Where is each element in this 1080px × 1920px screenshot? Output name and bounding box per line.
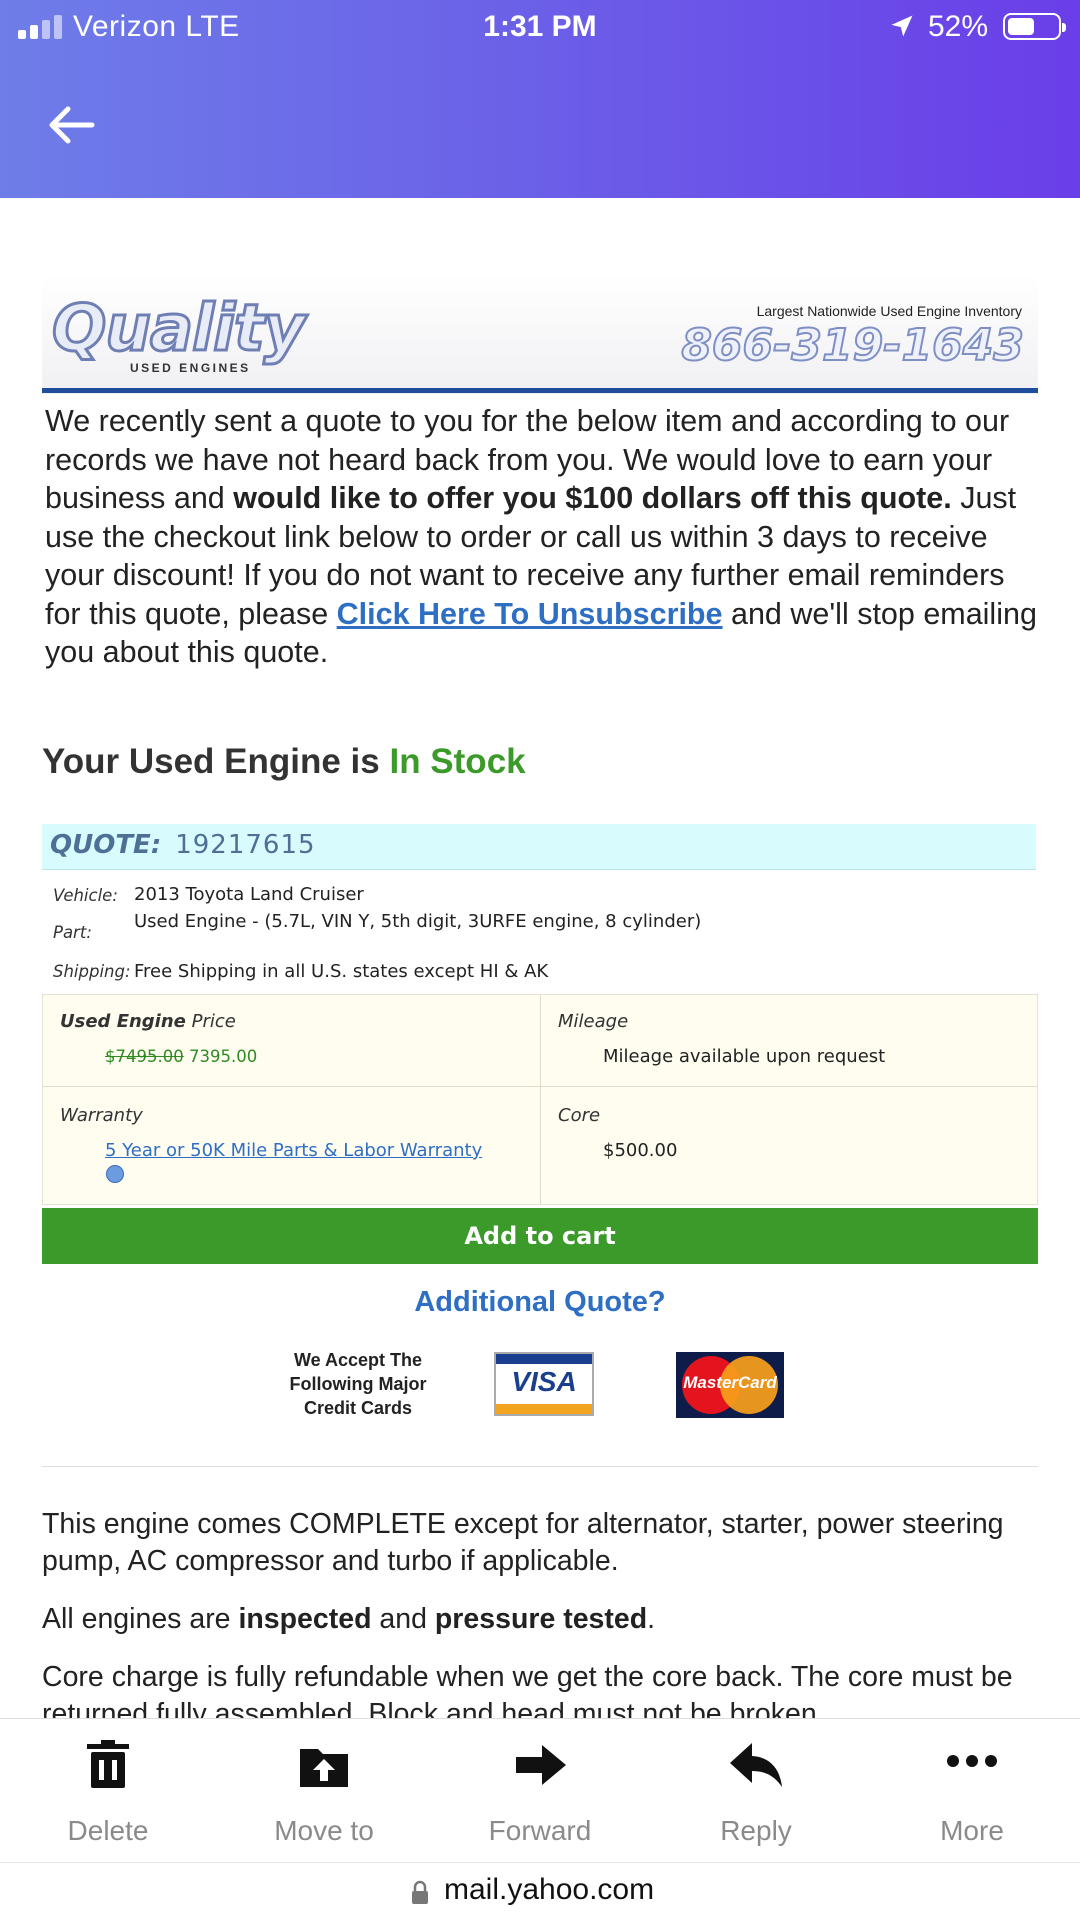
status-bar: Verizon LTE 1:31 PM 52% <box>0 0 1080 54</box>
core-charge-paragraph: Core charge is fully refundable when we … <box>42 1661 1013 1718</box>
quote-number: 19217615 <box>175 830 316 860</box>
inspected-paragraph: All engines are inspected and pressure t… <box>42 1603 656 1635</box>
warranty-label: Warranty <box>60 1105 143 1126</box>
additional-quote-link[interactable]: Additional Quote? <box>0 1286 1080 1319</box>
vehicle-value: 2013 Toyota Land Cruiser <box>134 884 364 905</box>
unsubscribe-link[interactable]: Click Here To Unsubscribe <box>337 597 723 631</box>
quote-label: QUOTE: <box>50 830 162 860</box>
browser-url-bar[interactable]: mail.yahoo.com <box>0 1862 1080 1920</box>
folder-upload-icon <box>300 1749 348 1787</box>
ellipsis-icon <box>947 1755 997 1767</box>
part-value: Used Engine - (5.7L, VIN Y, 5th digit, 3… <box>134 911 702 932</box>
core-value: $500.00 <box>603 1140 678 1161</box>
forward-button[interactable]: Forward <box>432 1719 648 1863</box>
phone-number[interactable]: 866-319-1643 <box>600 319 1025 372</box>
visa-logo: VISA <box>494 1352 594 1416</box>
location-arrow-icon <box>891 15 913 37</box>
url-text: mail.yahoo.com <box>444 1873 655 1906</box>
forward-arrow-icon <box>516 1745 566 1785</box>
mileage-value: Mileage available upon request <box>603 1046 886 1067</box>
mastercard-logo: MasterCard <box>676 1352 784 1418</box>
mileage-label: Mileage <box>558 1011 629 1032</box>
add-to-cart-button[interactable]: Add to cart <box>42 1208 1038 1264</box>
more-button[interactable]: More <box>864 1719 1080 1863</box>
stock-status: In Stock <box>389 742 526 781</box>
banner-divider <box>42 388 1038 393</box>
price-label: Used Engine Price <box>60 1011 236 1032</box>
move-to-button[interactable]: Move to <box>216 1719 432 1863</box>
shipping-label: Shipping: <box>53 962 131 981</box>
shipping-value: Free Shipping in all U.S. states except … <box>134 961 549 982</box>
help-icon[interactable] <box>106 1165 124 1183</box>
warranty-link[interactable]: 5 Year or 50K Mile Parts & Labor Warrant… <box>105 1140 482 1161</box>
intro-paragraph: We recently sent a quote to you for the … <box>45 404 1037 669</box>
lock-icon <box>412 1880 428 1904</box>
delete-button[interactable]: Delete <box>0 1719 216 1863</box>
back-arrow-icon[interactable] <box>46 100 98 150</box>
email-body: Quality USED ENGINES Largest Nationwide … <box>0 198 1080 1718</box>
discount-offer: would like to offer you $100 dollars off… <box>233 481 952 515</box>
reply-arrow-icon <box>730 1743 782 1787</box>
reply-button[interactable]: Reply <box>648 1719 864 1863</box>
trash-icon <box>87 1740 129 1788</box>
battery-icon <box>1003 13 1066 40</box>
core-label: Core <box>558 1105 601 1126</box>
credit-cards-text: We Accept The Following Major Credit Car… <box>289 1350 427 1418</box>
stock-heading: Your Used Engine is In Stock <box>42 742 526 781</box>
quote-bar: QUOTE: 19217615 <box>42 824 1036 870</box>
clock: 1:31 PM <box>483 10 597 43</box>
section-divider <box>42 1466 1038 1467</box>
complete-paragraph: This engine comes COMPLETE except for al… <box>42 1508 1004 1577</box>
banner-tagline: Largest Nationwide Used Engine Inventory <box>756 303 1022 319</box>
price-value: $7495.00 7395.00 <box>105 1047 257 1066</box>
logo-subtitle: USED ENGINES <box>130 361 251 375</box>
old-price: $7495.00 <box>105 1047 184 1066</box>
vehicle-label: Vehicle: <box>53 886 118 905</box>
battery-percent: 52% <box>928 10 989 43</box>
quality-logo: Quality <box>50 291 306 368</box>
part-label: Part: <box>53 923 92 942</box>
new-price: 7395.00 <box>188 1047 258 1066</box>
email-action-toolbar: Delete Move to Forward Reply More <box>0 1718 1080 1862</box>
quote-details-grid: Used Engine Price $7495.00 7395.00 Milea… <box>42 994 1038 1205</box>
